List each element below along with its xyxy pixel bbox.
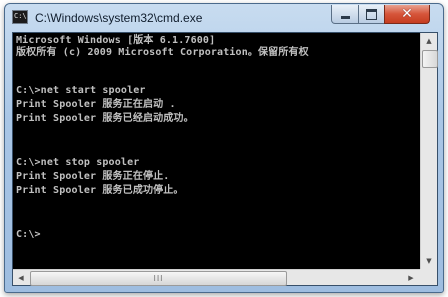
maximize-button[interactable] <box>358 5 385 24</box>
console-line: C:\>net start spooler <box>16 85 146 96</box>
cmd-icon[interactable] <box>12 10 28 24</box>
horizontal-scrollbar[interactable]: ◀ III ▶ <box>13 269 420 286</box>
minimize-icon <box>340 15 350 19</box>
scroll-right-icon[interactable]: ▶ <box>403 270 419 286</box>
maximize-icon <box>366 8 377 20</box>
vertical-scroll-thumb[interactable] <box>422 50 438 68</box>
close-button[interactable]: ✕ <box>384 5 430 24</box>
title-bar[interactable]: C:\Windows\system32\cmd.exe ✕ <box>5 4 443 32</box>
scroll-down-icon[interactable]: ▼ <box>421 253 437 269</box>
console-line: 版权所有 (c) 2009 Microsoft Corporation。保留所有… <box>16 47 309 58</box>
console-area[interactable]: Microsoft Windows [版本 6.1.7600] 版权所有 (c)… <box>12 32 438 286</box>
console-line: Print Spooler 服务正在停止. <box>16 171 170 182</box>
console-line: Print Spooler 服务已成功停止。 <box>16 185 184 196</box>
scroll-left-icon[interactable]: ◀ <box>13 270 29 286</box>
console-line: Print Spooler 服务正在启动 . <box>16 99 176 110</box>
vertical-scrollbar[interactable]: ▲ ▼ <box>420 33 438 269</box>
window-title: C:\Windows\system32\cmd.exe <box>35 11 203 25</box>
console-prompt: C:\> <box>16 229 41 240</box>
close-icon: ✕ <box>401 6 413 22</box>
console-output[interactable]: Microsoft Windows [版本 6.1.7600] 版权所有 (c)… <box>13 33 420 269</box>
cmd-window: C:\Windows\system32\cmd.exe ✕ Microsoft … <box>4 3 444 293</box>
console-line: Microsoft Windows [版本 6.1.7600] <box>16 35 216 46</box>
horizontal-scroll-thumb[interactable]: III <box>30 271 287 286</box>
minimize-button[interactable] <box>331 5 359 24</box>
console-line: C:\>net stop spooler <box>16 157 140 168</box>
console-line: Print Spooler 服务已经启动成功。 <box>16 113 194 124</box>
scroll-up-icon[interactable]: ▲ <box>421 33 437 49</box>
grip-icon: III <box>153 273 164 283</box>
scrollbar-corner <box>420 269 437 285</box>
